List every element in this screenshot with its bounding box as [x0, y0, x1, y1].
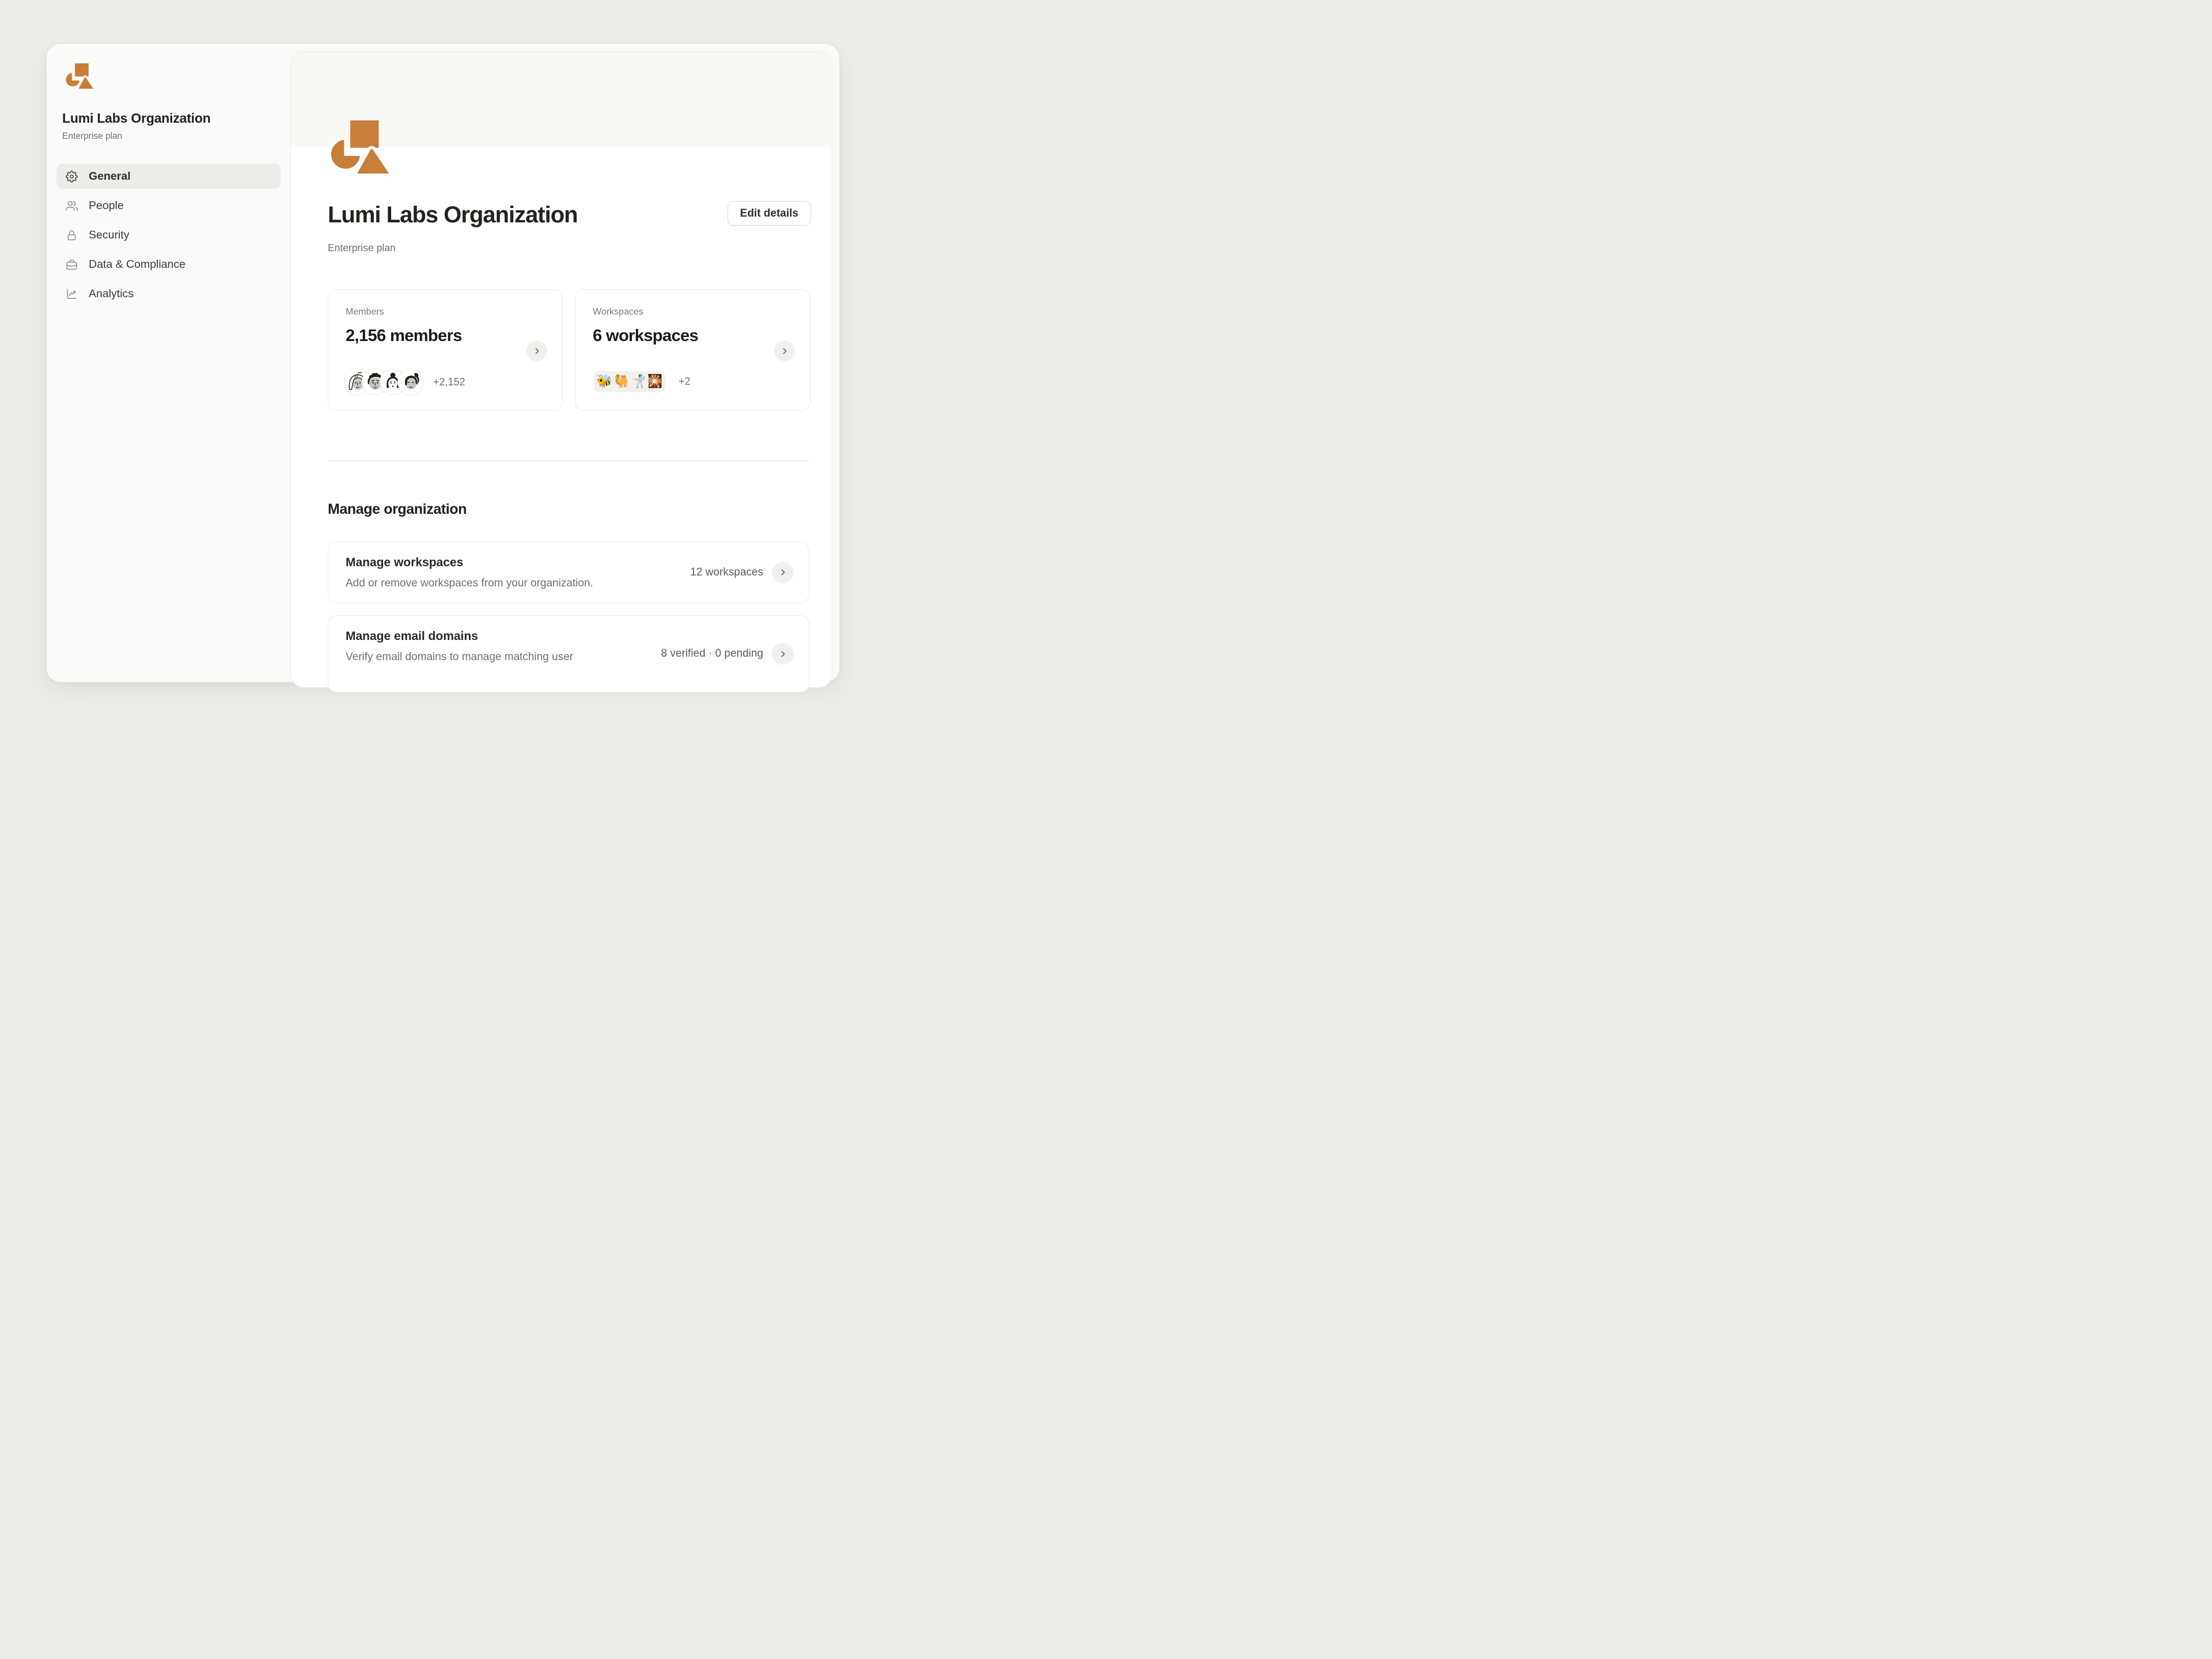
avatar-stack: +2,152	[346, 370, 465, 393]
workspace-overflow-count: +2	[679, 376, 691, 388]
manage-organization-heading: Manage organization	[328, 501, 467, 518]
people-icon	[66, 200, 78, 212]
sidebar-item-label: General	[89, 170, 131, 183]
row-right: 8 verified · 0 pending	[661, 643, 794, 665]
chevron-right-icon	[778, 649, 788, 659]
manage-email-domains-row[interactable]: Manage email domains Verify email domain…	[328, 615, 809, 692]
app-window: Lumi Labs Organization Enterprise plan G…	[46, 43, 840, 683]
stat-value: 6 workspaces	[593, 327, 698, 346]
members-card[interactable]: Members 2,156 members	[328, 289, 563, 411]
edit-details-button[interactable]: Edit details	[728, 201, 811, 226]
workspaces-chevron-button[interactable]	[774, 340, 795, 361]
members-chevron-button[interactable]	[527, 340, 547, 361]
row-subtitle: Add or remove workspaces from your organ…	[346, 577, 668, 590]
manage-workspaces-chevron-button[interactable]	[772, 562, 794, 584]
sidebar-item-label: People	[89, 199, 124, 213]
manage-rows: Manage workspaces Add or remove workspac…	[328, 541, 809, 692]
sidebar-item-analytics[interactable]: Analytics	[56, 281, 281, 306]
sidebar-item-data-compliance[interactable]: Data & Compliance	[56, 252, 281, 277]
stat-cards: Members 2,156 members	[328, 289, 810, 411]
sidebar-item-general[interactable]: General	[56, 164, 281, 189]
sidebar-item-label: Data & Compliance	[89, 258, 185, 271]
lock-icon	[66, 229, 78, 241]
sidebar-item-label: Analytics	[89, 287, 134, 301]
page-title: Lumi Labs Organization	[328, 203, 578, 227]
main-panel: Lumi Labs Organization Edit details Ente…	[290, 51, 832, 688]
chevron-right-icon	[532, 346, 542, 356]
chevron-right-icon	[780, 346, 790, 356]
workspaces-card[interactable]: Workspaces 6 workspaces 🐝 🐫 🤺 🎇 +2	[575, 289, 810, 411]
chevron-right-icon	[778, 567, 788, 577]
page-plan: Enterprise plan	[328, 242, 396, 254]
sidebar-item-people[interactable]: People	[56, 193, 281, 218]
workspace-emoji-tile: 🐝	[594, 371, 615, 392]
org-name: Lumi Labs Organization	[62, 111, 211, 126]
stat-label: Workspaces	[593, 307, 643, 317]
sidebar-nav: General People	[56, 164, 281, 310]
briefcase-icon	[66, 259, 78, 271]
stat-label: Members	[346, 307, 384, 317]
sidebar: Lumi Labs Organization Enterprise plan G…	[47, 44, 290, 682]
row-right: 12 workspaces	[690, 562, 794, 584]
member-avatar	[399, 370, 422, 393]
manage-email-domains-chevron-button[interactable]	[772, 643, 794, 665]
section-divider	[328, 460, 809, 461]
manage-workspaces-row[interactable]: Manage workspaces Add or remove workspac…	[328, 541, 809, 603]
row-meta: 12 workspaces	[690, 566, 763, 579]
org-plan: Enterprise plan	[62, 131, 122, 142]
org-logo	[65, 63, 95, 93]
avatar-overflow-count: +2,152	[433, 376, 465, 388]
org-logo-large	[329, 120, 392, 179]
workspace-emoji-stack: 🐝 🐫 🤺 🎇 +2	[594, 371, 691, 392]
row-title: Manage email domains	[346, 630, 791, 643]
analytics-icon	[66, 288, 78, 300]
row-meta: 8 verified · 0 pending	[661, 647, 763, 660]
row-subtitle: Verify email domains to manage matching …	[346, 651, 668, 664]
stat-value: 2,156 members	[346, 327, 462, 346]
sidebar-item-security[interactable]: Security	[56, 222, 281, 248]
gear-icon	[66, 171, 78, 183]
sidebar-item-label: Security	[89, 229, 129, 242]
